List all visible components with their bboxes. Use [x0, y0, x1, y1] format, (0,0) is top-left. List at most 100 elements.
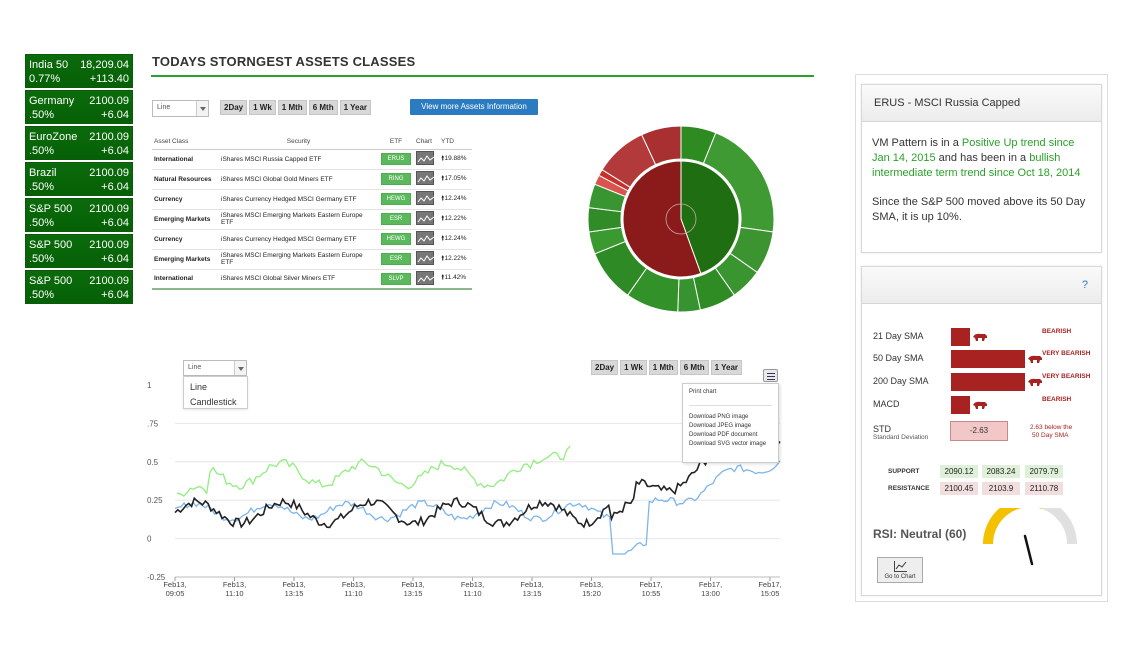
ticker-value: 2100.09 — [89, 167, 129, 179]
mini-chart-icon[interactable] — [416, 171, 435, 185]
download-svg-item[interactable]: Download SVG vector image — [689, 440, 772, 449]
mini-chart-icon[interactable] — [416, 191, 435, 205]
etf-badge[interactable]: SLVP — [381, 272, 411, 285]
std-note: 2.63 below the 50 Day SMA — [1030, 424, 1073, 439]
main-chart-type-value: Line — [188, 364, 202, 371]
resistance-value: 2103.9 — [982, 482, 1020, 495]
rsi-gauge-fill — [983, 508, 1042, 545]
x-tick-label: Feb17, — [699, 580, 722, 589]
bear-icon — [973, 401, 987, 409]
indicator-status: BEARISH — [1042, 396, 1072, 403]
help-icon[interactable]: ? — [1082, 279, 1088, 291]
y-tick-label: .75 — [147, 419, 159, 428]
mini-chart-icon[interactable] — [416, 251, 435, 265]
range-2day-button[interactable]: 2Day — [220, 100, 248, 115]
ticker-tile[interactable]: India 50 18,209.04 0.77% +113.40 — [25, 54, 133, 88]
range-6mth-button[interactable]: 6 Mth — [308, 100, 338, 115]
etf-badge[interactable]: ESR — [381, 253, 411, 265]
ticker-name: Germany — [29, 95, 75, 107]
table-row[interactable]: Natural Resources iShares MSCI Global Gol… — [152, 169, 472, 190]
table-row[interactable]: Emerging Markets iShares MSCI Emerging Ma… — [152, 209, 472, 230]
ticker-pct: .50% — [29, 253, 55, 265]
table-row[interactable]: Emerging Markets iShares MSCI Emerging Ma… — [152, 249, 472, 270]
ticker-pct: .50% — [29, 145, 55, 157]
range-1mth-button[interactable]: 1 Mth — [277, 100, 307, 115]
support-value: 2079.79 — [1025, 465, 1063, 478]
mini-chart-icon[interactable] — [416, 151, 435, 165]
main-range-1mth-button[interactable]: 1 Mth — [648, 360, 678, 375]
print-chart-item[interactable]: Print chart — [689, 388, 772, 397]
x-tick-label: Feb17, — [639, 580, 662, 589]
chart-menu-icon[interactable] — [763, 369, 778, 382]
ticker-tile[interactable]: Brazil 2100.09 .50% +6.04 — [25, 162, 133, 196]
mini-chart-icon[interactable] — [416, 270, 435, 285]
option-candlestick[interactable]: Candlestick — [190, 395, 241, 410]
download-jpeg-item[interactable]: Download JPEG image — [689, 422, 772, 431]
option-line[interactable]: Line — [190, 380, 241, 395]
download-pdf-item[interactable]: Download PDF document — [689, 431, 772, 440]
ticker-change: +6.04 — [101, 253, 129, 265]
mini-chart-icon[interactable] — [416, 211, 435, 225]
download-png-item[interactable]: Download PNG image — [689, 413, 772, 422]
main-range-1wk-button[interactable]: 1 Wk — [620, 360, 647, 375]
table-row[interactable]: International iShares MSCI Global Silver … — [152, 269, 472, 290]
main-range-2day-button[interactable]: 2Day — [591, 360, 619, 375]
ytd-cell: 🠙11.42% — [439, 269, 472, 290]
x-tick-label: 09:05 — [166, 589, 185, 598]
etf-summary-body: VM Pattern is in a Positive Up trend sin… — [862, 122, 1101, 239]
asset-class-cell: Natural Resources — [152, 169, 219, 190]
etf-badge[interactable]: HEWG — [381, 193, 411, 205]
bear-icon — [1028, 355, 1042, 363]
indicator-status: VERY BEARISH — [1042, 373, 1091, 380]
y-tick-label: 1 — [147, 381, 152, 390]
range-1year-button[interactable]: 1 Year — [339, 100, 372, 115]
security-cell: iShares MSCI Global Silver Miners ETF — [219, 269, 376, 290]
ticker-tile[interactable]: S&P 500 2100.09 .50% +6.04 — [25, 234, 133, 268]
chart-type-select[interactable]: Line — [152, 100, 209, 117]
ytd-cell: 🠙19.88% — [439, 149, 472, 170]
etf-summary-title: ERUS - MSCI Russia Capped — [862, 85, 1101, 122]
go-to-chart-button[interactable]: Go to Chart — [877, 557, 923, 583]
security-cell: iShares MSCI Emerging Markets Eastern Eu… — [219, 249, 376, 270]
range-1wk-button[interactable]: 1 Wk — [249, 100, 276, 115]
etf-badge[interactable]: HEWG — [381, 233, 411, 245]
etf-badge[interactable]: RING — [381, 173, 411, 185]
rsi-readout: RSI: Neutral (60) — [873, 527, 967, 541]
table-row[interactable]: International iShares MSCI Russia Capped … — [152, 149, 472, 170]
ticker-pct: .50% — [29, 109, 55, 121]
table-row[interactable]: Currency iShares Currency Hedged MSCI Ger… — [152, 189, 472, 210]
rsi-gauge — [983, 508, 1077, 566]
ticker-tile[interactable]: S&P 500 2100.09 .50% +6.04 — [25, 198, 133, 232]
resistance-value: 2100.45 — [940, 482, 978, 495]
chart-type-value: Line — [157, 104, 171, 111]
ticker-value: 2100.09 — [89, 95, 129, 107]
page-title: TODAYS STORNGEST ASSETS CLASSES — [152, 54, 416, 69]
main-range-6mth-button[interactable]: 6 Mth — [679, 360, 709, 375]
series-line-green — [176, 445, 571, 497]
ticker-tile[interactable]: Germany 2100.09 .50% +6.04 — [25, 90, 133, 124]
main-range-1year-button[interactable]: 1 Year — [710, 360, 743, 375]
assets-table: Asset Class Security ETF Chart YTD Inter… — [152, 135, 472, 290]
indicator-label: 21 Day SMA — [873, 331, 924, 341]
ticker-pct: 0.77% — [29, 73, 61, 85]
indicator-label: 200 Day SMA — [873, 376, 929, 386]
ticker-pct: .50% — [29, 289, 55, 301]
mini-chart-icon[interactable] — [416, 231, 435, 245]
chart-type-dropdown: Line Candlestick — [183, 376, 248, 409]
ytd-cell: 🠙12.24% — [439, 189, 472, 210]
x-tick-label: 15:20 — [582, 589, 601, 598]
etf-badge[interactable]: ESR — [381, 213, 411, 225]
col-header-chart: Chart — [414, 135, 439, 150]
ticker-tile[interactable]: EuroZone 2100.09 .50% +6.04 — [25, 126, 133, 160]
ticker-tile[interactable]: S&P 500 2100.09 .50% +6.04 — [25, 270, 133, 304]
bear-icon — [973, 333, 987, 341]
etf-badge[interactable]: ERUS — [381, 153, 411, 165]
ticker-change: +6.04 — [101, 145, 129, 157]
table-row[interactable]: Currency iShares Currency Hedged MSCI Ger… — [152, 229, 472, 250]
x-tick-label: 11:10 — [225, 589, 243, 598]
asset-class-cell: Emerging Markets — [152, 209, 219, 230]
sunburst-chart — [587, 126, 775, 313]
main-chart-type-select[interactable]: Line — [183, 360, 247, 376]
view-assets-info-button[interactable]: View more Assets Information — [410, 99, 538, 115]
ticker-name: India 50 — [29, 59, 69, 71]
